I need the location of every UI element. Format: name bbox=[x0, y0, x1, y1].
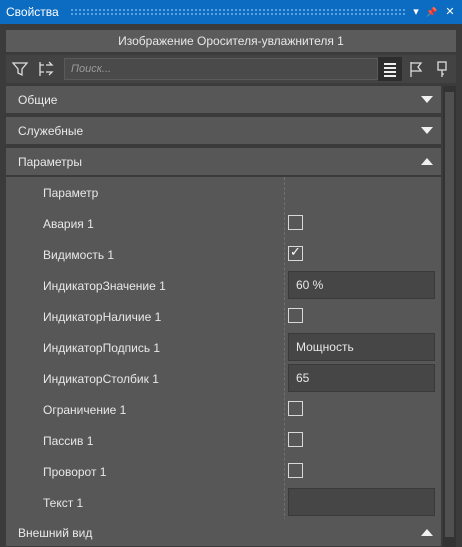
filter-icon[interactable] bbox=[8, 57, 32, 81]
flag-icon[interactable] bbox=[404, 57, 428, 81]
value-field[interactable] bbox=[288, 488, 435, 516]
object-title: Изображение Оросителя-увлажнителя 1 bbox=[6, 30, 456, 52]
close-icon[interactable]: ✕ bbox=[442, 4, 458, 20]
window-title: Свойства bbox=[6, 5, 59, 19]
checkbox[interactable] bbox=[288, 432, 303, 447]
value-field[interactable]: 60 % bbox=[288, 271, 435, 299]
section-service[interactable]: Служебные bbox=[6, 117, 441, 145]
scrollbar[interactable] bbox=[443, 86, 456, 547]
search-input[interactable]: Поиск... bbox=[64, 58, 378, 80]
checkbox-checked[interactable] bbox=[288, 244, 303, 261]
param-row-rotation: Проворот 1 bbox=[6, 456, 441, 487]
dropdown-icon[interactable]: ▾ bbox=[408, 4, 424, 20]
checkbox[interactable] bbox=[288, 401, 303, 416]
toolbar: Поиск... bbox=[6, 55, 456, 83]
checkbox[interactable] bbox=[288, 463, 303, 478]
chevron-up-icon bbox=[421, 158, 433, 165]
section-label: Внешний вид bbox=[18, 526, 93, 540]
param-row-indicator-bar: ИндикаторСтолбик 1 65 bbox=[6, 363, 441, 394]
chevron-down-icon bbox=[421, 127, 433, 134]
scrollbar-thumb[interactable] bbox=[445, 92, 454, 537]
checkbox[interactable] bbox=[288, 215, 303, 230]
key-icon[interactable] bbox=[430, 57, 454, 81]
param-header: Параметр bbox=[43, 186, 99, 200]
pin-icon[interactable]: 📌 bbox=[424, 4, 440, 20]
value-field[interactable]: 65 bbox=[288, 364, 435, 392]
param-name: Авария 1 bbox=[43, 217, 94, 231]
param-name: Пассив 1 bbox=[43, 434, 94, 448]
property-grid: Общие Служебные Параметры Параметр Авари… bbox=[6, 86, 441, 547]
section-appearance[interactable]: Внешний вид bbox=[6, 519, 441, 547]
chevron-up-icon bbox=[421, 529, 433, 536]
param-name: Проворот 1 bbox=[43, 465, 107, 479]
param-name: ИндикаторСтолбик 1 bbox=[43, 372, 159, 386]
param-name: Видимость 1 bbox=[43, 248, 115, 262]
list-view-icon[interactable] bbox=[378, 57, 402, 81]
param-name: ИндикаторЗначение 1 bbox=[43, 279, 166, 293]
param-name: ИндикаторПодпись 1 bbox=[43, 341, 161, 355]
param-name: ИндикаторНаличие 1 bbox=[43, 310, 162, 324]
param-header-row: Параметр bbox=[6, 177, 441, 208]
param-row-visibility: Видимость 1 bbox=[6, 239, 441, 270]
param-row-limit: Ограничение 1 bbox=[6, 394, 441, 425]
window-titlebar: Свойства ▾ 📌 ✕ bbox=[0, 0, 462, 24]
section-parameters[interactable]: Параметры bbox=[6, 148, 441, 176]
param-name: Текст 1 bbox=[43, 496, 84, 510]
param-name: Ограничение 1 bbox=[43, 403, 127, 417]
param-row-indicator-caption: ИндикаторПодпись 1 Мощность bbox=[6, 332, 441, 363]
section-label: Параметры bbox=[18, 155, 82, 169]
param-row-text: Текст 1 bbox=[6, 487, 441, 518]
value-field[interactable]: Мощность bbox=[288, 333, 435, 361]
section-label: Служебные bbox=[18, 124, 84, 138]
param-row-avaria: Авария 1 bbox=[6, 208, 441, 239]
param-row-passive: Пассив 1 bbox=[6, 425, 441, 456]
titlebar-grip bbox=[70, 8, 406, 16]
chevron-down-icon bbox=[421, 96, 433, 103]
checkbox[interactable] bbox=[288, 308, 303, 323]
section-label: Общие bbox=[18, 93, 58, 107]
tree-arrows-icon[interactable] bbox=[34, 57, 58, 81]
param-row-indicator-value: ИндикаторЗначение 1 60 % bbox=[6, 270, 441, 301]
section-general[interactable]: Общие bbox=[6, 86, 441, 114]
param-row-indicator-presence: ИндикаторНаличие 1 bbox=[6, 301, 441, 332]
